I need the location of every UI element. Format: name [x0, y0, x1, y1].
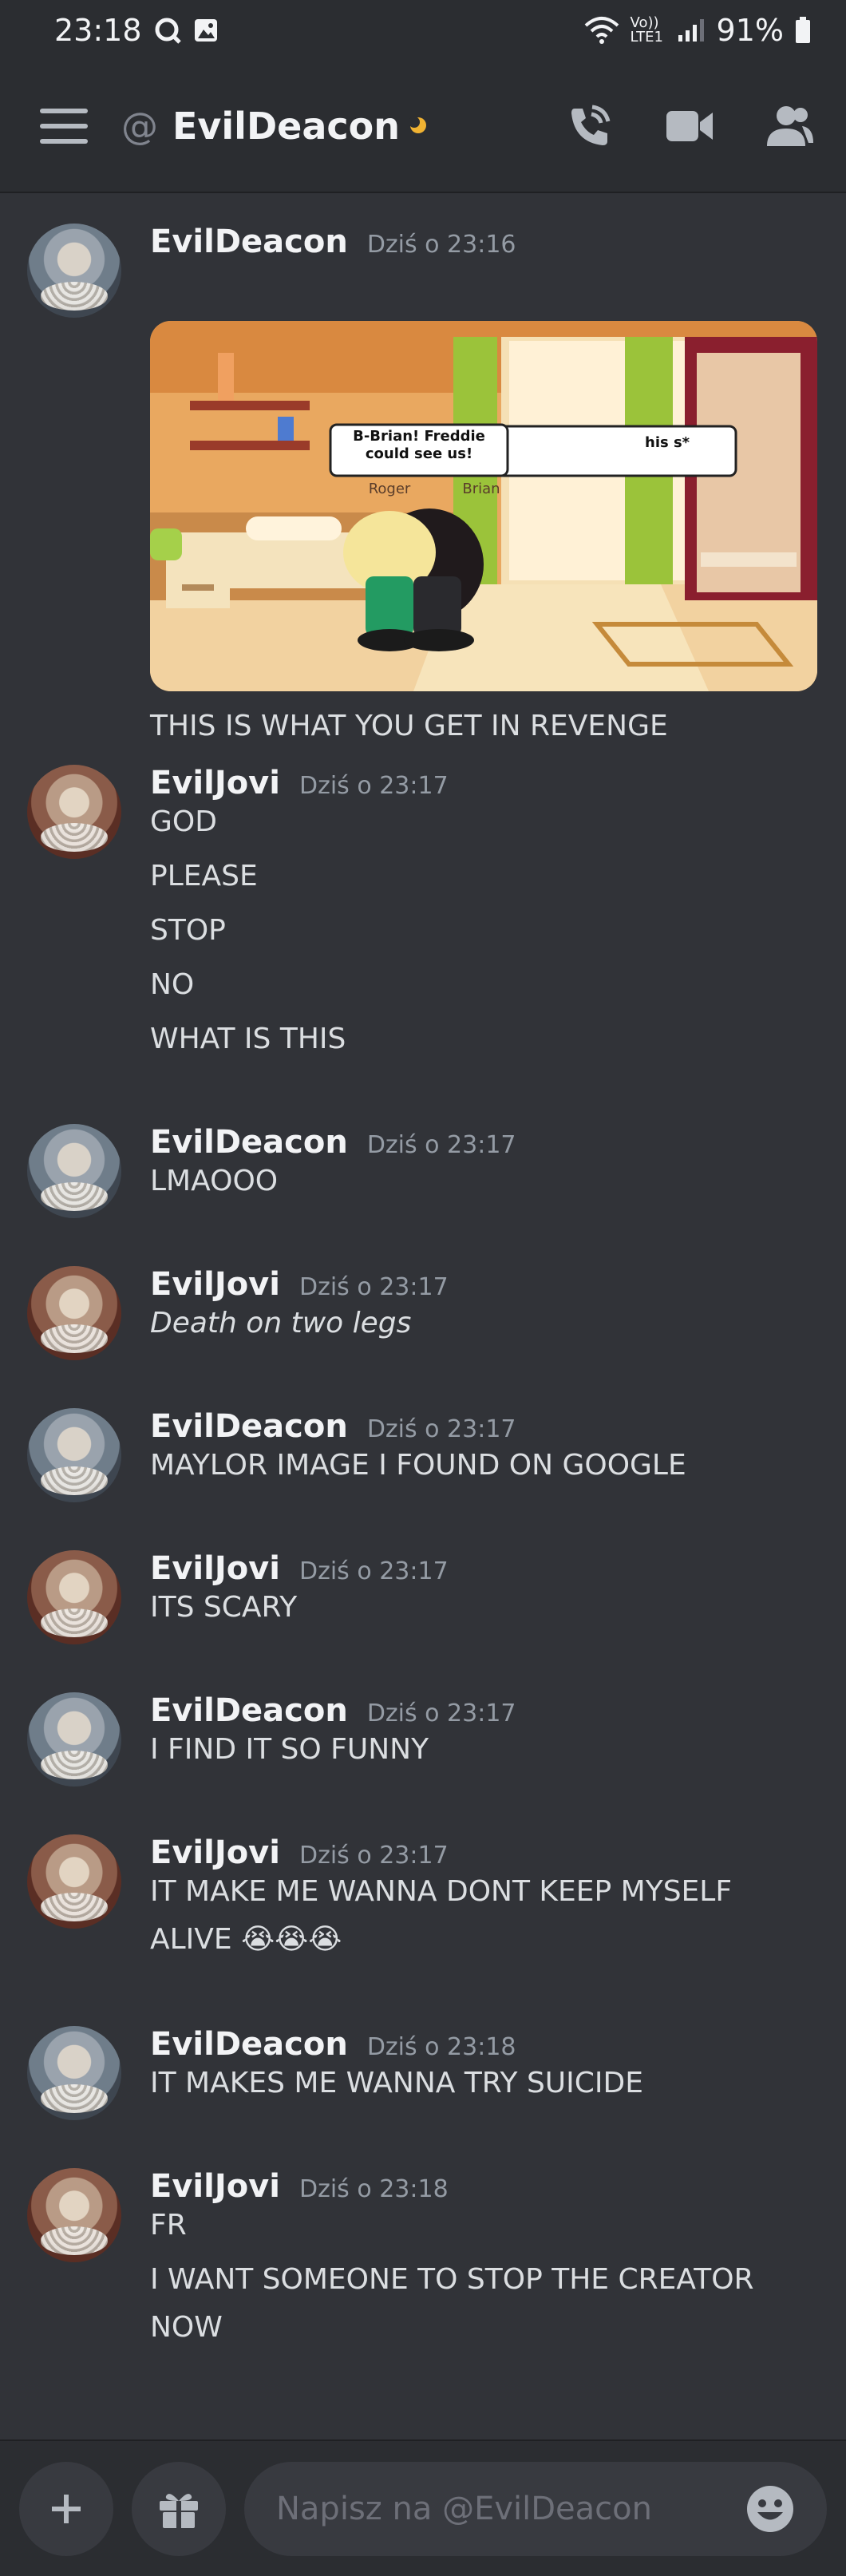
message-text: PLEASE [150, 860, 258, 892]
bubble-back-text: his s* [645, 434, 690, 451]
timestamp: Dziś o 23:17 [298, 1557, 449, 1585]
message-composer: Napisz na @EvilDeacon [0, 2439, 846, 2576]
timestamp: Dziś o 23:17 [298, 772, 449, 800]
avatar[interactable] [27, 2026, 121, 2120]
timestamp: Dziś o 23:17 [366, 1131, 516, 1159]
timestamp: Dziś o 23:17 [366, 1700, 516, 1727]
message-text: Death on two legs [150, 1307, 412, 1339]
members-button[interactable] [765, 101, 816, 152]
avatar[interactable] [27, 765, 121, 859]
timestamp: Dziś o 23:18 [366, 2033, 516, 2061]
avatar[interactable] [27, 1692, 121, 1787]
name-tag-left: Roger [369, 481, 411, 497]
gacha-image: his s* B-Brian! Freddie could see us! Ro… [150, 321, 817, 691]
search-app-icon [153, 16, 182, 45]
clock: 23:18 [54, 13, 142, 48]
timestamp: Dziś o 23:17 [298, 1842, 449, 1870]
message-text: FR [150, 2209, 187, 2242]
message-text: GOD [150, 805, 217, 838]
author-name[interactable]: EvilJovi [150, 1550, 280, 1587]
message-text: NOW [150, 2311, 223, 2344]
message-text: LMAOOO [150, 1165, 279, 1197]
avatar[interactable] [27, 1834, 121, 1929]
message-text: I FIND IT SO FUNNY [150, 1733, 429, 1766]
message-text: STOP [150, 914, 226, 947]
video-call-button[interactable] [664, 101, 715, 152]
author-name[interactable]: EvilJovi [150, 765, 280, 801]
avatar[interactable] [27, 1550, 121, 1644]
message-input-placeholder: Napisz na @EvilDeacon [276, 2491, 652, 2527]
avatar[interactable] [27, 1266, 121, 1360]
timestamp: Dziś o 23:17 [366, 1415, 516, 1443]
image-attachment[interactable]: his s* B-Brian! Freddie could see us! Ro… [150, 321, 817, 691]
gift-icon [160, 2494, 198, 2528]
avatar[interactable] [27, 1408, 121, 1502]
emoji-icon[interactable] [745, 2484, 795, 2534]
avatar[interactable] [27, 2168, 121, 2262]
timestamp: Dziś o 23:18 [298, 2175, 449, 2203]
gallery-icon [193, 18, 219, 43]
network-label: Vo)) LTE1 [630, 14, 663, 46]
message-text: ALIVE 😭😭😭 [150, 1923, 342, 1956]
author-name[interactable]: EvilDeacon [150, 224, 348, 260]
author-name[interactable]: EvilJovi [150, 2168, 280, 2205]
message-text: IT MAKES ME WANNA TRY SUICIDE [150, 2067, 643, 2099]
author-name[interactable]: EvilDeacon [150, 2026, 348, 2063]
message-text: ITS SCARY [150, 1591, 298, 1624]
message-text: IT MAKE ME WANNA DONT KEEP MYSELF [150, 1875, 733, 1908]
wifi-icon [584, 16, 619, 45]
at-icon: @ [121, 105, 158, 148]
message-text: WHAT IS THIS [150, 1023, 346, 1055]
message-text: THIS IS WHAT YOU GET IN REVENGE [150, 710, 668, 742]
author-name[interactable]: EvilJovi [150, 1266, 280, 1303]
add-attachment-button[interactable] [19, 2462, 113, 2556]
signal-icon [677, 18, 706, 43]
video-camera-icon [666, 111, 713, 141]
bubble-text: B-Brian! Freddie could see us! [353, 428, 485, 462]
plus-icon [52, 2495, 81, 2523]
battery-icon [795, 17, 811, 44]
menu-icon[interactable] [40, 109, 88, 144]
author-name[interactable]: EvilJovi [150, 1834, 280, 1871]
channel-header: @ EvilDeacon [0, 61, 846, 193]
members-icon [767, 106, 813, 146]
timestamp: Dziś o 23:16 [366, 231, 516, 259]
message-input[interactable]: Napisz na @EvilDeacon [244, 2462, 827, 2556]
battery-percent: 91% [716, 13, 784, 48]
timestamp: Dziś o 23:17 [298, 1273, 449, 1301]
avatar[interactable] [27, 1124, 121, 1218]
phone-icon [571, 105, 611, 145]
avatar[interactable] [27, 224, 121, 318]
status-bar: 23:18 Vo)) LTE1 91% [0, 0, 846, 61]
gift-button[interactable] [132, 2462, 226, 2556]
name-tag-right: Brian [462, 481, 500, 497]
author-name[interactable]: EvilDeacon [150, 1124, 348, 1161]
author-name[interactable]: EvilDeacon [150, 1692, 348, 1729]
message-text: I WANT SOMEONE TO STOP THE CREATOR [150, 2263, 754, 2296]
message-text: MAYLOR IMAGE I FOUND ON GOOGLE [150, 1449, 686, 1482]
voice-call-button[interactable] [563, 101, 615, 152]
dm-title[interactable]: EvilDeacon [172, 105, 400, 148]
message-text: NO [150, 968, 195, 1001]
idle-moon-icon [408, 113, 427, 140]
author-name[interactable]: EvilDeacon [150, 1408, 348, 1445]
